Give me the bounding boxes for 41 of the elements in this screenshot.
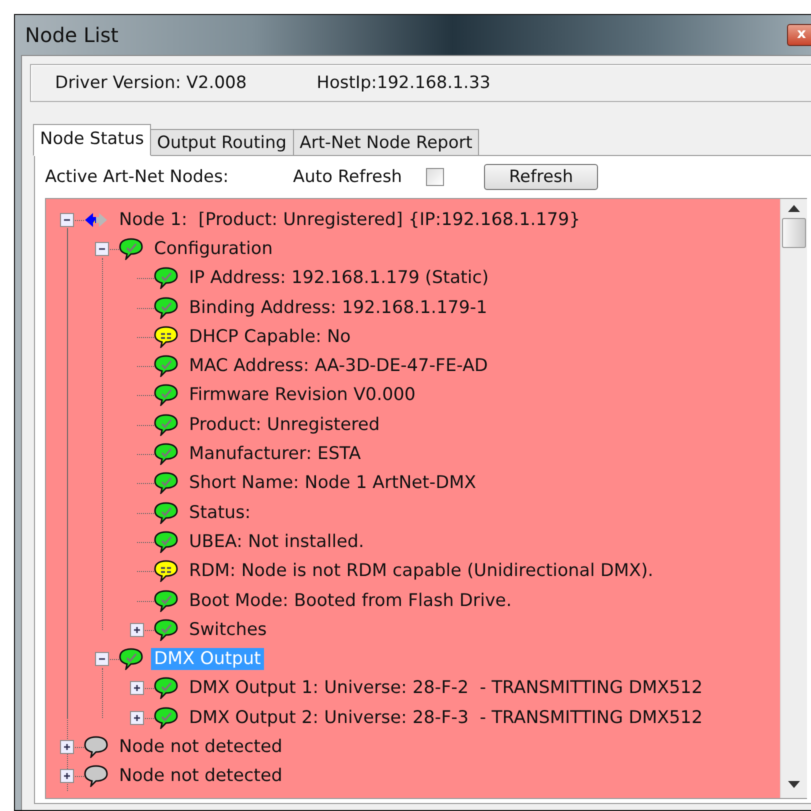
tree-item[interactable]: DMX Output 2: Universe: 28-F-3 - TRANSMITTING DMX512	[186, 706, 706, 729]
tree-item[interactable]: Node 1: [Product: Unregistered] {IP:192.168.1.179}	[116, 208, 584, 231]
tree-item[interactable]: MAC Address: AA-3D-DE-47-FE-AD	[186, 355, 491, 378]
tree-item[interactable]: RDM: Node is not RDM capable (Unidirectional DMX).	[186, 560, 656, 582]
tree-item[interactable]: Firmware Revision V0.000	[186, 384, 419, 406]
tree-item[interactable]: Switches	[186, 618, 270, 641]
scroll-up-icon[interactable]	[788, 205, 800, 212]
tree-item[interactable]: Manufacturer: ESTA	[186, 443, 364, 466]
scroll-down-icon[interactable]	[788, 781, 800, 788]
tree-item[interactable]: Status:	[186, 502, 254, 524]
tree-item[interactable]: DMX Output 1: Universe: 28-F-2 - TRANSMITTING DMX512	[186, 677, 706, 700]
tree-item[interactable]: Node not detected	[116, 765, 286, 788]
expand-icon[interactable]	[130, 681, 144, 696]
scrollbar[interactable]	[780, 199, 807, 798]
refresh-button[interactable]: Refresh	[484, 164, 598, 190]
expand-icon[interactable]	[60, 769, 74, 784]
tree-item[interactable]: Node not detected	[116, 736, 286, 758]
tree-item[interactable]: UBEA: Not installed.	[186, 530, 368, 553]
expand-icon[interactable]	[130, 710, 144, 725]
collapse-icon[interactable]	[60, 212, 74, 227]
tree-item[interactable]: Short Name: Node 1 ArtNet-DMX	[186, 472, 480, 494]
collapse-icon[interactable]	[95, 242, 109, 256]
host-ip: HostIp:192.168.1.33	[316, 73, 490, 93]
auto-refresh-label: Auto Refresh	[293, 167, 402, 187]
expand-icon[interactable]	[130, 622, 144, 637]
tab[interactable]: Output Routing	[150, 129, 294, 155]
auto-refresh-checkbox[interactable]	[426, 168, 444, 186]
tab[interactable]: Art-Net Node Report	[292, 129, 480, 155]
nodes-label: Active Art-Net Nodes:	[45, 167, 230, 187]
driver-version: Driver Version: V2.008	[55, 73, 247, 93]
tree-item[interactable]: Product: Unregistered	[186, 414, 383, 436]
tree-item[interactable]: Boot Mode: Booted from Flash Drive.	[186, 590, 515, 612]
collapse-icon[interactable]	[95, 652, 109, 666]
scroll-thumb[interactable]	[782, 218, 806, 248]
window-title: Node List	[24, 23, 119, 47]
tree-item[interactable]: Configuration	[151, 238, 276, 260]
tree-item[interactable]: DHCP Capable: No	[186, 326, 354, 348]
tab[interactable]: Node Status	[33, 124, 151, 156]
tree-item[interactable]: Binding Address: 192.168.1.179-1	[186, 296, 490, 319]
expand-icon[interactable]	[60, 740, 74, 754]
tree-item[interactable]: IP Address: 192.168.1.179 (Static)	[186, 267, 492, 290]
